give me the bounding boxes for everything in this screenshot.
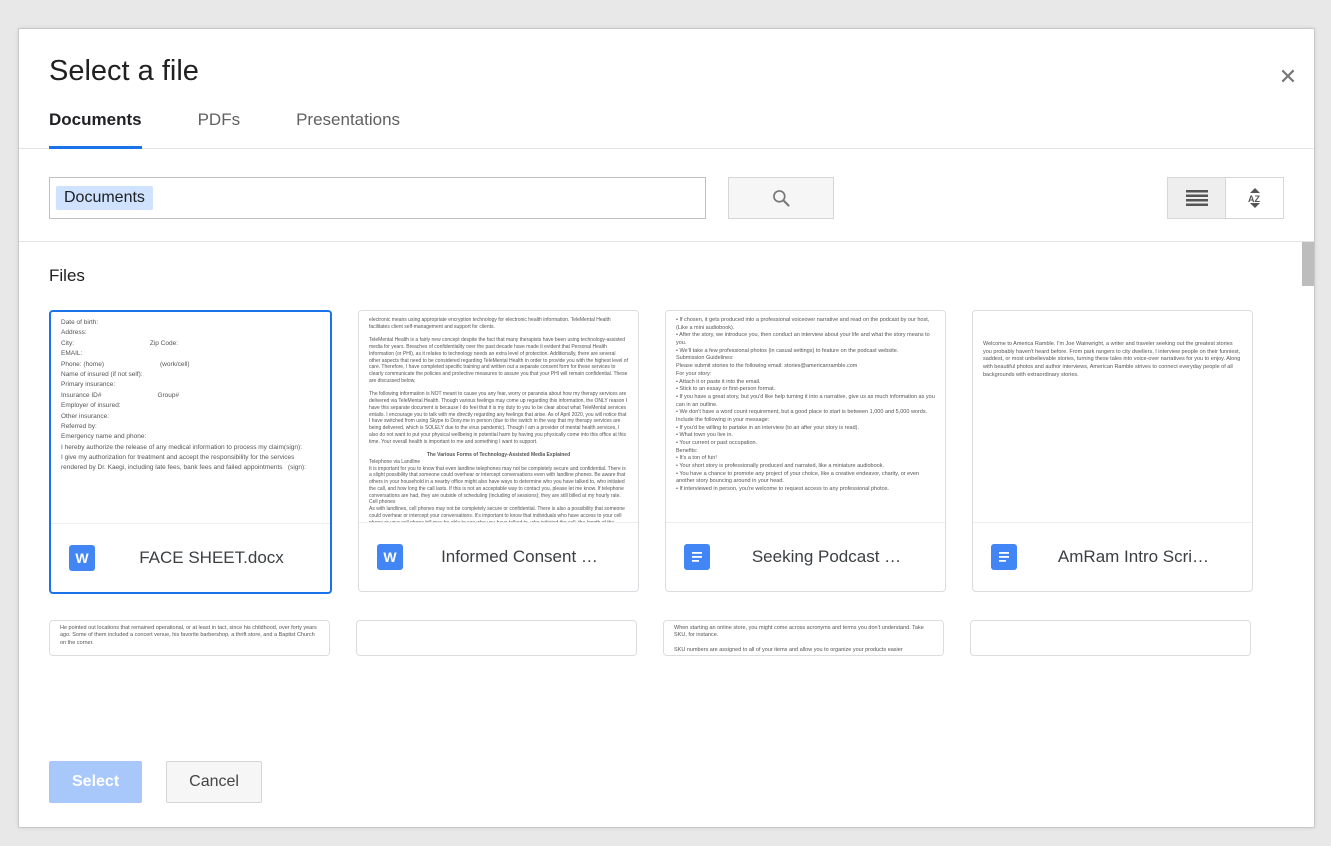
file-thumbnail — [971, 621, 1250, 655]
tabs-bar: Documents PDFs Presentations — [19, 110, 1314, 149]
file-thumbnail: Date of birth: Address: City: Zip Code: … — [51, 312, 330, 523]
close-icon[interactable]: ✕ — [1276, 65, 1300, 89]
word-doc-icon: W — [69, 545, 95, 571]
tab-documents[interactable]: Documents — [49, 110, 142, 149]
list-icon — [1186, 190, 1208, 206]
file-card-footer: AmRam Intro Scri… — [973, 522, 1252, 591]
file-card[interactable]: Date of birth: Address: City: Zip Code: … — [49, 310, 332, 594]
file-card[interactable]: He pointed out locations that remained o… — [49, 620, 330, 656]
file-card[interactable]: electronic means using appropriate encry… — [358, 310, 639, 592]
app-backdrop: Select a file ✕ Documents PDFs Presentat… — [0, 0, 1331, 846]
file-thumbnail — [357, 621, 636, 655]
file-picker-dialog: Select a file ✕ Documents PDFs Presentat… — [18, 28, 1315, 828]
google-doc-icon — [991, 544, 1017, 570]
dialog-footer: Select Cancel — [19, 741, 1314, 827]
google-doc-icon — [684, 544, 710, 570]
file-card-footer: W FACE SHEET.docx — [51, 523, 330, 592]
sort-az-icon: AZ — [1244, 187, 1266, 209]
section-heading-files: Files — [49, 266, 1284, 286]
file-card[interactable]: • If chosen, it gets produced into a pro… — [665, 310, 946, 592]
file-card[interactable]: When starting an online store, you might… — [663, 620, 944, 656]
tab-presentations[interactable]: Presentations — [296, 110, 400, 149]
file-card-footer: Seeking Podcast … — [666, 522, 945, 591]
dialog-title: Select a file — [49, 55, 1284, 88]
dialog-header: Select a file ✕ — [19, 29, 1314, 110]
file-name: AmRam Intro Scri… — [1033, 547, 1234, 567]
file-name: FACE SHEET.docx — [111, 548, 312, 568]
file-thumbnail: • If chosen, it gets produced into a pro… — [666, 311, 945, 522]
file-card[interactable]: Welcome to America Ramble. I'm Joe Wainw… — [972, 310, 1253, 592]
scrollbar-thumb[interactable] — [1302, 242, 1314, 286]
svg-text:AZ: AZ — [1248, 194, 1260, 204]
file-card[interactable] — [356, 620, 637, 656]
cancel-button[interactable]: Cancel — [166, 761, 262, 803]
file-thumbnail: He pointed out locations that remained o… — [50, 621, 329, 655]
view-toggle-group: AZ — [1167, 177, 1284, 219]
word-doc-icon: W — [377, 544, 403, 570]
file-name: Informed Consent … — [419, 547, 620, 567]
file-thumbnail: When starting an online store, you might… — [664, 621, 943, 655]
search-input[interactable]: Documents — [49, 177, 706, 219]
file-list-content[interactable]: Files Date of birth: Address: City: Zip … — [19, 242, 1314, 741]
search-toolbar: Documents — [19, 149, 1314, 242]
file-card-footer: W Informed Consent … — [359, 522, 638, 591]
search-filter-chip[interactable]: Documents — [56, 186, 153, 210]
file-thumbnail: electronic means using appropriate encry… — [359, 311, 638, 522]
tab-pdfs[interactable]: PDFs — [198, 110, 241, 149]
sort-az-button[interactable]: AZ — [1225, 178, 1283, 218]
file-thumbnail: Welcome to America Ramble. I'm Joe Wainw… — [973, 311, 1252, 522]
file-grid: Date of birth: Address: City: Zip Code: … — [49, 310, 1284, 656]
file-name: Seeking Podcast … — [726, 547, 927, 567]
list-view-button[interactable] — [1168, 178, 1225, 218]
search-button[interactable] — [728, 177, 834, 219]
file-card[interactable] — [970, 620, 1251, 656]
search-icon — [771, 188, 791, 208]
select-button[interactable]: Select — [49, 761, 142, 803]
